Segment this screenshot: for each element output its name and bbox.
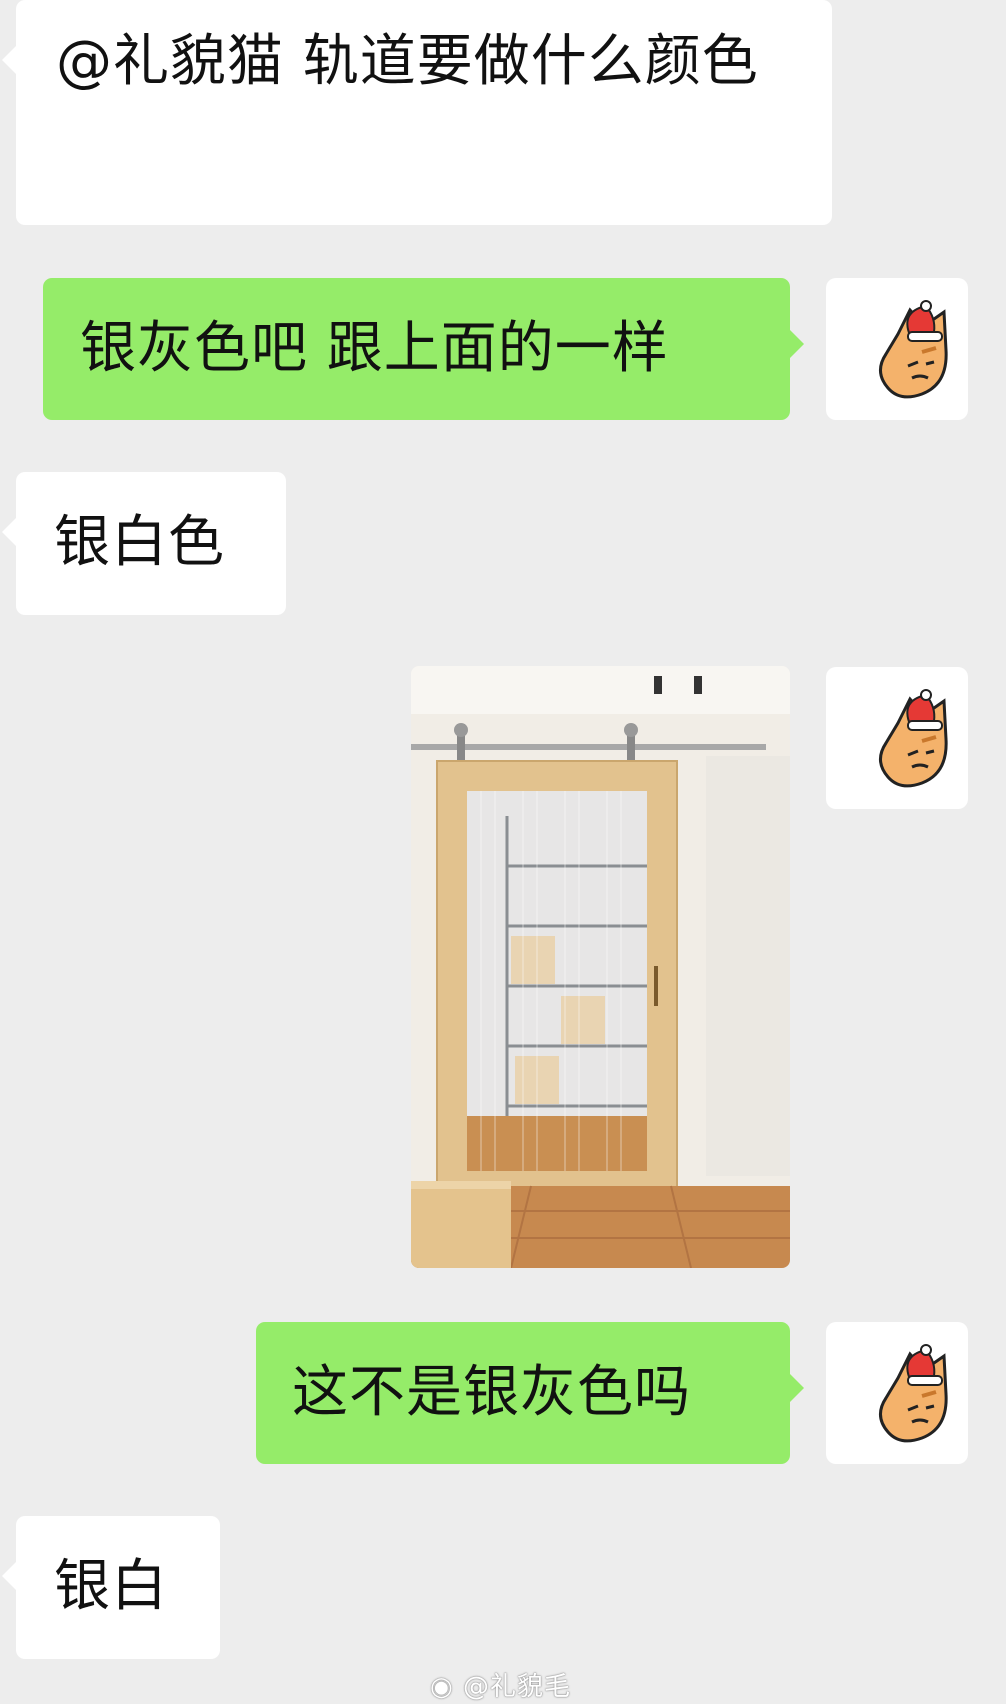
message-text: 银白 bbox=[54, 1554, 168, 1619]
sliding-door-photo bbox=[411, 666, 790, 1268]
outgoing-message-bubble[interactable]: 这不是银灰色吗 bbox=[256, 1322, 804, 1464]
incoming-message-bubble[interactable]: 银白 bbox=[2, 1516, 220, 1659]
outgoing-message-bubble[interactable]: 银灰色吧 跟上面的一样 bbox=[43, 278, 804, 420]
user-avatar[interactable] bbox=[826, 278, 968, 420]
user-avatar[interactable] bbox=[826, 667, 968, 809]
message-text: @礼貌猫 轨道要做什么颜色 bbox=[56, 29, 759, 94]
weibo-logo-icon: ◉ bbox=[430, 1672, 454, 1702]
message-text: 银灰色吧 跟上面的一样 bbox=[80, 316, 669, 381]
door-photo-message[interactable] bbox=[411, 666, 790, 1268]
user-avatar[interactable] bbox=[826, 1322, 968, 1464]
incoming-message-bubble[interactable]: @礼貌猫 轨道要做什么颜色 bbox=[2, 0, 832, 225]
incoming-message-bubble[interactable]: 银白色 bbox=[2, 472, 286, 615]
message-text: 这不是银灰色吗 bbox=[292, 1360, 691, 1425]
cat-avatar-icon bbox=[879, 300, 948, 399]
weibo-watermark: ◉ @礼貌毛 bbox=[430, 1666, 571, 1703]
cat-avatar-icon bbox=[879, 689, 948, 788]
watermark-text: @礼貌毛 bbox=[462, 1672, 571, 1702]
cat-avatar-icon bbox=[879, 1344, 948, 1443]
message-text: 银白色 bbox=[54, 510, 225, 575]
